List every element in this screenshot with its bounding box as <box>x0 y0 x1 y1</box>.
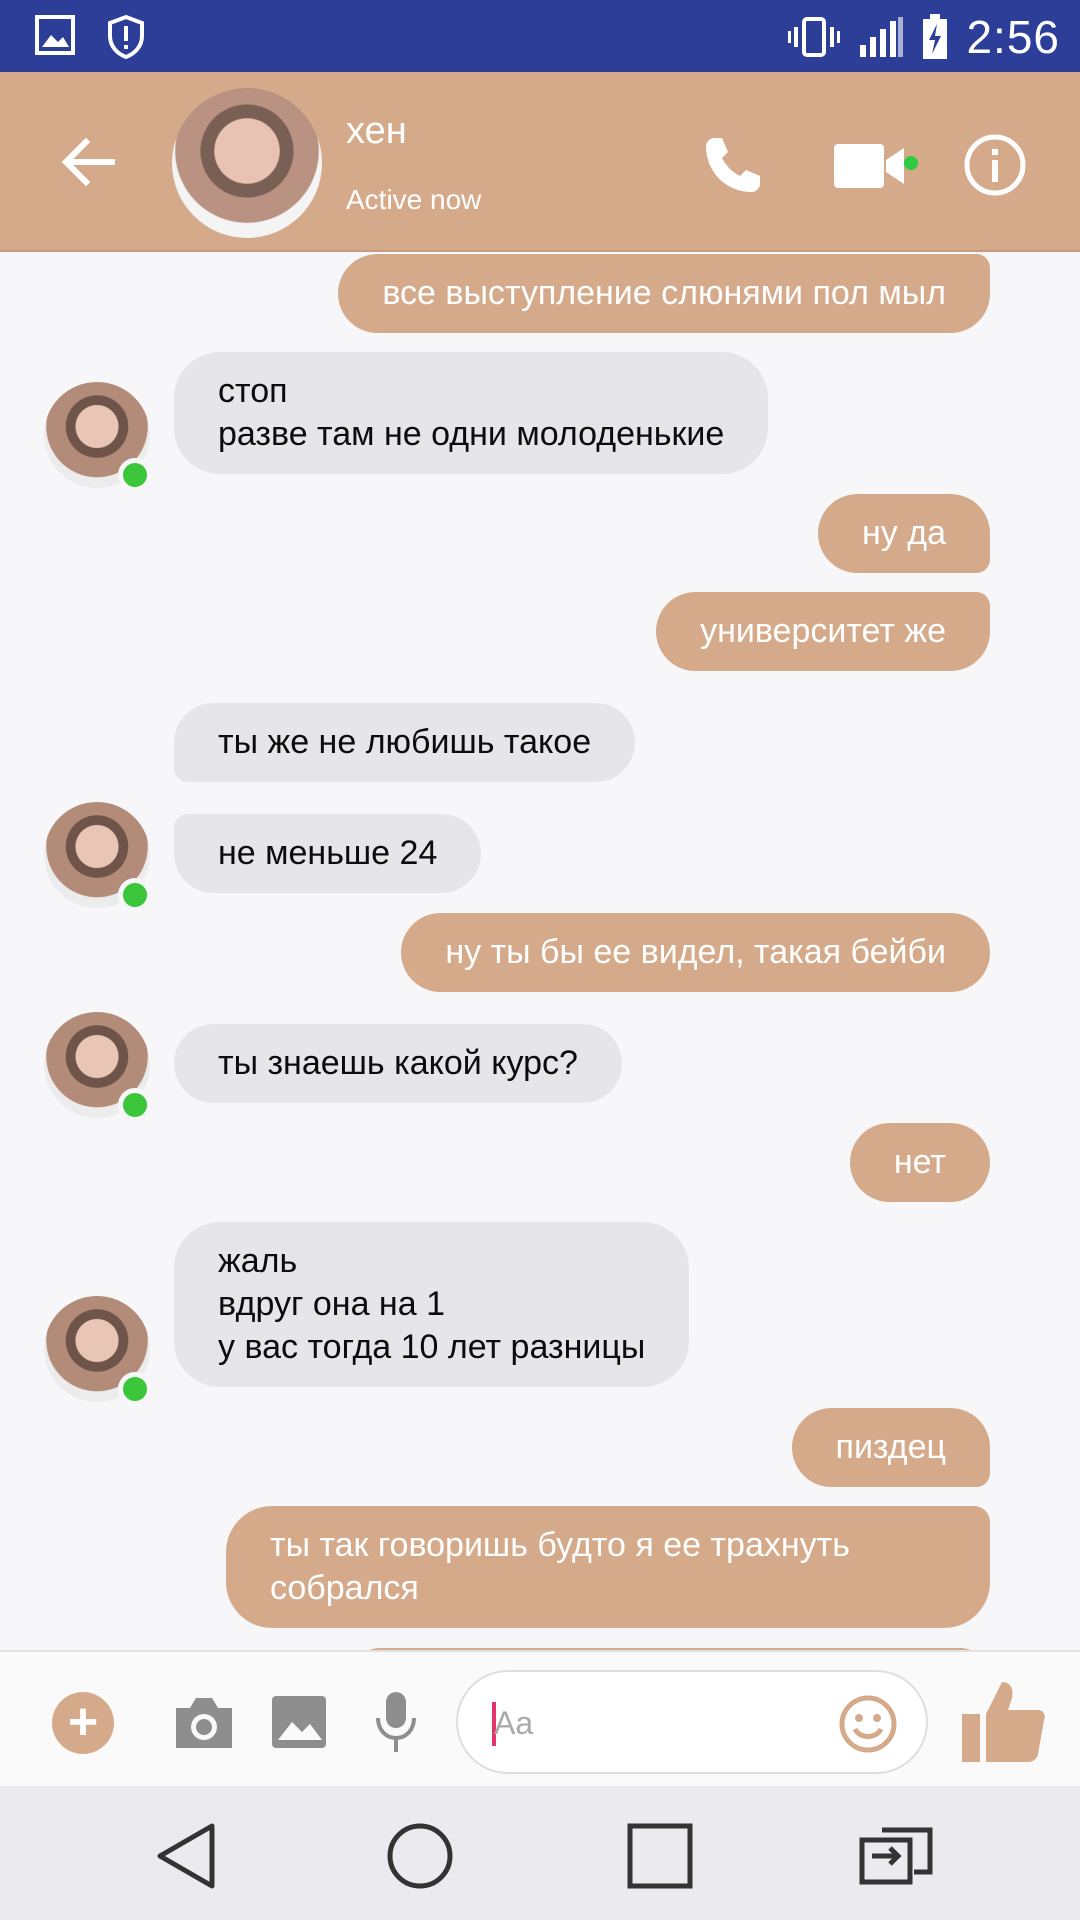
signal-icon <box>860 17 904 57</box>
thumbs-up-icon[interactable] <box>958 1676 1048 1766</box>
contact-name[interactable]: хен <box>346 110 407 153</box>
message-incoming[interactable]: ты знаешь какой курс? <box>174 1024 622 1103</box>
online-indicator <box>118 1372 152 1406</box>
vibrate-icon <box>788 17 841 57</box>
message-outgoing[interactable]: университет же <box>656 592 990 671</box>
contact-status: Active now <box>346 184 482 215</box>
sender-avatar[interactable] <box>44 382 152 492</box>
emoji-icon[interactable] <box>838 1694 898 1754</box>
shield-icon <box>108 14 144 60</box>
sender-avatar[interactable] <box>44 1012 152 1122</box>
recents-square-icon[interactable] <box>620 1816 700 1896</box>
message-incoming[interactable]: жаль вдруг она на 1 у вас тогда 10 лет р… <box>174 1222 690 1387</box>
message-input[interactable] <box>494 1700 794 1746</box>
camera-icon[interactable] <box>172 1694 236 1752</box>
sender-avatar[interactable] <box>44 1296 152 1406</box>
gallery-icon <box>35 15 75 55</box>
message-outgoing[interactable]: нет <box>849 1123 990 1202</box>
message-outgoing[interactable]: ты так говоришь будто я ее трахнуть собр… <box>226 1506 990 1628</box>
message-outgoing[interactable]: ну ты бы ее видел, такая бейби <box>401 913 990 992</box>
plus-icon[interactable]: + <box>52 1692 114 1754</box>
online-indicator <box>118 1088 152 1122</box>
system-nav-bar <box>0 1786 1080 1920</box>
message-incoming[interactable]: стоп разве там не одни молоденькие <box>174 352 769 474</box>
clock: 2:56 <box>966 11 1060 63</box>
phone-icon[interactable] <box>700 132 766 198</box>
message-input-container[interactable] <box>456 1670 928 1774</box>
sender-avatar[interactable] <box>44 802 152 912</box>
video-camera-icon[interactable] <box>832 138 912 194</box>
back-arrow-icon[interactable] <box>58 132 118 192</box>
home-circle-icon[interactable] <box>380 1816 460 1896</box>
online-indicator <box>118 878 152 912</box>
message-outgoing[interactable]: ну да <box>818 494 990 573</box>
battery-charging-icon <box>923 14 948 59</box>
message-outgoing[interactable]: все выступление слюнями пол мыл <box>338 254 990 333</box>
message-incoming[interactable]: не меньше 24 <box>174 814 482 893</box>
chat-header: хен Active now <box>0 72 1080 252</box>
contact-avatar[interactable] <box>172 88 322 238</box>
screen-switch-icon[interactable] <box>856 1816 936 1896</box>
online-indicator <box>118 458 152 492</box>
message-list[interactable]: все выступление слюнями пол мыл стоп раз… <box>0 252 1080 1650</box>
image-icon[interactable] <box>270 1694 328 1750</box>
back-triangle-icon[interactable] <box>148 1816 228 1896</box>
message-outgoing[interactable]: пиздец <box>791 1408 990 1487</box>
status-bar: 2:56 <box>0 0 1080 72</box>
info-icon[interactable] <box>962 132 1028 198</box>
microphone-icon[interactable] <box>374 1690 418 1754</box>
message-composer: + <box>0 1650 1080 1786</box>
message-incoming[interactable]: ты же не любишь такое <box>174 703 636 782</box>
online-indicator <box>904 156 918 170</box>
